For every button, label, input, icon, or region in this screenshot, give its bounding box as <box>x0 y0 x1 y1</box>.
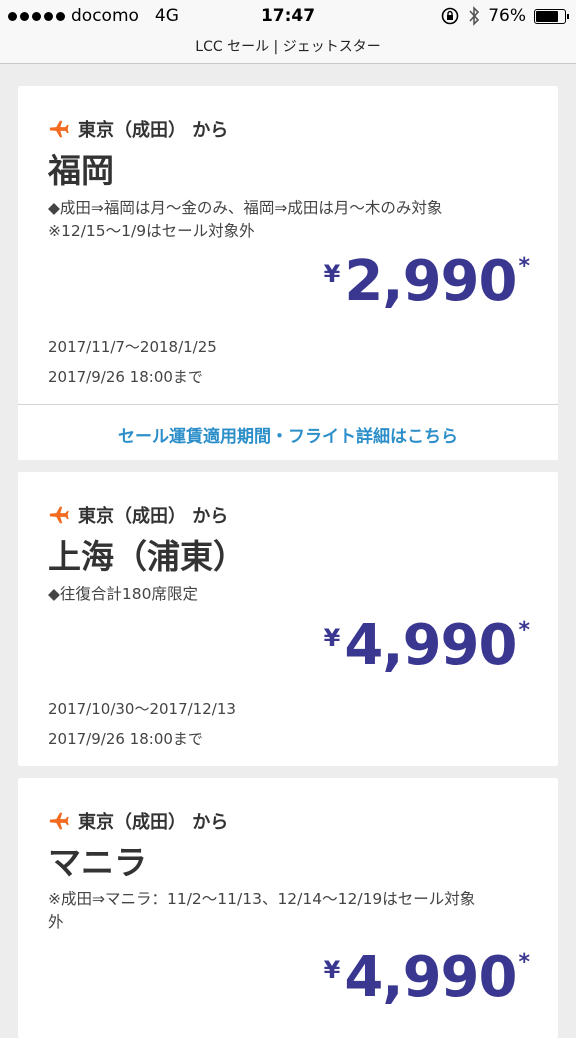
fare-note-line: ※12/15〜1/9はセール対象外 <box>48 222 255 240</box>
fare-card-shanghai[interactable]: 東京（成田） から 上海（浦東） ◆往復合計180席限定 ¥ 4,990 * 2… <box>18 472 558 766</box>
divider <box>18 404 558 405</box>
route-origin: 東京（成田） から <box>48 502 228 528</box>
fare-price: ¥ 2,990 * <box>324 252 530 312</box>
fare-price: ¥ 4,990 * <box>324 616 530 676</box>
sale-deadline: 2017/9/26 18:00まで <box>48 730 203 748</box>
airplane-icon <box>49 812 69 830</box>
fare-card-fukuoka[interactable]: 東京（成田） から 福岡 ◆成田⇒福岡は月〜金のみ、福岡⇒成田は月〜木のみ対象 … <box>18 86 558 460</box>
fare-note-line: ◆往復合計180席限定 <box>48 585 199 603</box>
fare-card-manila[interactable]: 東京（成田） から マニラ ※成田⇒マニラ：11/2〜11/13、12/14〜1… <box>18 778 558 1038</box>
rotation-lock-icon <box>441 7 459 25</box>
price-amount: 2,990 <box>344 249 517 314</box>
route-origin-label: 東京（成田） から <box>78 812 229 833</box>
travel-period: 2017/10/30〜2017/12/13 <box>48 700 236 718</box>
currency-symbol: ¥ <box>323 956 341 984</box>
airplane-icon <box>49 506 69 524</box>
price-amount: 4,990 <box>344 945 517 1010</box>
bluetooth-icon <box>469 6 480 26</box>
status-bar: docomo 4G 17:47 76% <box>0 0 576 34</box>
route-origin: 東京（成田） から <box>48 808 228 834</box>
route-origin-label: 東京（成田） から <box>78 120 229 141</box>
nav-bar: LCC セール | ジェットスター <box>0 34 576 64</box>
route-origin-label: 東京（成田） から <box>78 506 229 527</box>
travel-period: 2017/11/7〜2018/1/25 <box>48 338 217 356</box>
price-asterisk: * <box>518 254 530 279</box>
airplane-icon <box>49 120 69 138</box>
page-title: LCC セール | ジェットスター <box>195 39 381 55</box>
sale-deadline: 2017/9/26 18:00まで <box>48 368 203 386</box>
destination-title: 福岡 <box>48 151 114 190</box>
price-asterisk: * <box>518 618 530 643</box>
fare-note-line: ◆成田⇒福岡は月〜金のみ、福岡⇒成田は月〜木のみ対象 <box>48 199 443 217</box>
route-origin: 東京（成田） から <box>48 116 228 142</box>
price-asterisk: * <box>518 950 530 975</box>
battery-percent: 76% <box>488 6 526 26</box>
battery-icon <box>534 8 569 24</box>
fare-price: ¥ 4,990 * <box>324 948 530 1008</box>
destination-title: 上海（浦東） <box>48 537 246 576</box>
currency-symbol: ¥ <box>323 260 341 288</box>
fare-note-line: 外 <box>48 913 64 931</box>
currency-symbol: ¥ <box>323 624 341 652</box>
price-amount: 4,990 <box>344 613 517 678</box>
destination-title: マニラ <box>48 843 147 882</box>
fare-note-line: ※成田⇒マニラ：11/2〜11/13、12/14〜12/19はセール対象 <box>48 890 476 908</box>
fare-note: ※成田⇒マニラ：11/2〜11/13、12/14〜12/19はセール対象 外 <box>48 888 544 934</box>
fare-details-link[interactable]: セール運賃適用期間・フライト詳細はこちら <box>18 422 558 447</box>
fare-note: ◆成田⇒福岡は月〜金のみ、福岡⇒成田は月〜木のみ対象 ※12/15〜1/9はセー… <box>48 197 544 243</box>
fare-note: ◆往復合計180席限定 <box>48 583 544 606</box>
